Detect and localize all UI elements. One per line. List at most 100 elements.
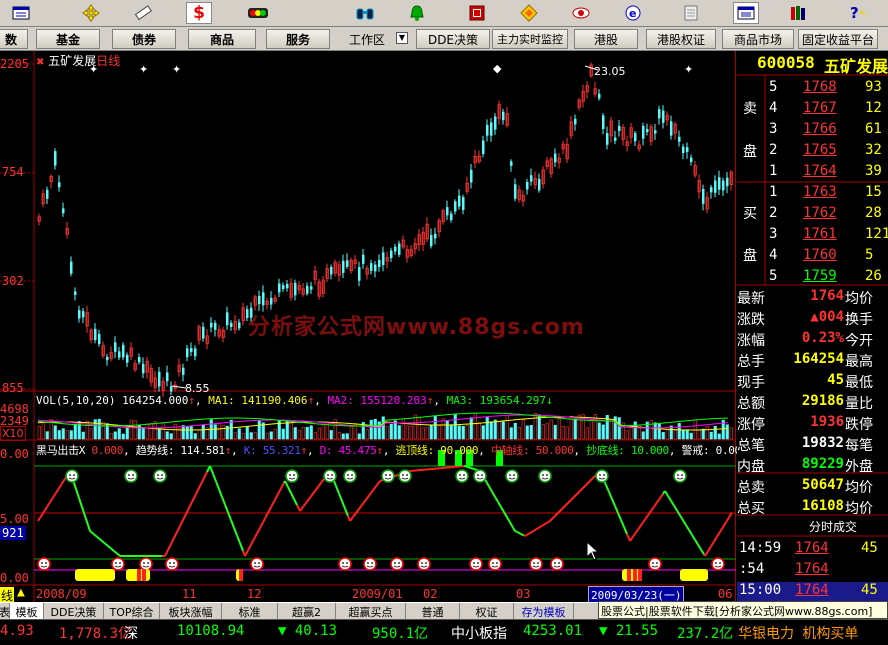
bottom-smiley-4-eye-l <box>254 562 256 564</box>
triangle-up-icon[interactable]: ▲ <box>17 585 25 600</box>
tab-1[interactable]: 模板 <box>10 603 44 620</box>
menu-button-hk-warrant[interactable]: 港股权证 <box>646 29 716 49</box>
tab-6[interactable]: 超赢2 <box>278 603 336 620</box>
bottom-smiley-6-eye-r <box>371 562 373 564</box>
window-small-icon[interactable] <box>733 2 759 24</box>
bid-price-4: 1760 <box>803 247 837 263</box>
menu-button-market[interactable]: 商品市场 <box>722 29 794 49</box>
tab-7[interactable]: 超赢买点 <box>336 603 406 620</box>
toolbar: $ e ? ↖ <box>0 0 888 27</box>
diamond-icon[interactable] <box>516 2 542 24</box>
bottom-smiley-5-eye-l <box>342 562 344 564</box>
oscillator-segment-113 <box>370 488 375 494</box>
menu-button-fund[interactable]: 基金 <box>36 29 100 49</box>
volume-bar-23 <box>129 419 133 440</box>
tab-0[interactable]: 表 <box>0 603 10 620</box>
volume-bar-53 <box>249 432 253 440</box>
ask-volume-5: 93 <box>865 79 882 95</box>
volume-bar-127 <box>545 422 549 440</box>
oscillator-segment-203 <box>632 531 637 538</box>
menu-button-dde[interactable]: DDE决策 <box>416 29 490 49</box>
tab-10[interactable]: 存为模板 <box>514 603 574 620</box>
oscillator-segment-235 <box>725 516 730 523</box>
candle-body-90 <box>398 243 401 255</box>
stat-right-label-2: 今开 <box>845 333 873 349</box>
oscillator-segment-196 <box>611 498 616 507</box>
candle-body-61 <box>282 285 285 290</box>
oscillator-segment-54 <box>197 483 202 491</box>
oscillator-segment-224 <box>694 539 699 546</box>
volume-bar-84 <box>373 418 377 440</box>
bid-price-2: 1762 <box>803 205 837 221</box>
news-ticker[interactable]: 华银电力 机构买单 <box>738 623 858 643</box>
top-smiley-5-eye-r <box>351 474 353 476</box>
oscillator-segment-184 <box>576 490 581 495</box>
menu-button-bond[interactable]: 债券 <box>112 29 176 49</box>
volume-bar-90 <box>397 425 401 440</box>
candle-body-9 <box>74 291 77 295</box>
candle-body-142 <box>606 133 609 145</box>
oscillator-segment-189 <box>591 475 596 480</box>
books-icon[interactable] <box>786 2 812 24</box>
tab-5[interactable]: 标准 <box>222 603 278 620</box>
notepad-icon[interactable] <box>678 2 704 24</box>
menu-button-0[interactable]: 数 <box>0 29 28 49</box>
tab-2[interactable]: DDE决策 <box>44 603 104 620</box>
candle-body-15 <box>98 334 101 345</box>
move-icon[interactable] <box>78 2 104 24</box>
tab-3[interactable]: TOP综合 <box>104 603 160 620</box>
volume-bar-98 <box>429 424 433 440</box>
window-icon[interactable] <box>8 2 34 24</box>
volume-bar-62 <box>285 421 289 440</box>
ind-trend: 趋势线: 114.581 <box>135 444 225 457</box>
vol-ma2: MA2: 155120.203 <box>327 394 427 407</box>
sell-label-2: 盘 <box>743 144 757 160</box>
volume-bar-4 <box>53 425 57 440</box>
bell-icon[interactable] <box>404 2 430 24</box>
oscillator-segment-3 <box>46 501 51 508</box>
oscillator-segment-226 <box>700 548 705 555</box>
menu-button-hk[interactable]: 港股 <box>574 29 638 49</box>
menu-button-commodity[interactable]: 商品 <box>188 29 256 49</box>
oscillator-segment-170 <box>536 526 541 530</box>
stat-right-label-0: 均价 <box>845 291 873 307</box>
dollar-icon[interactable]: $ <box>186 2 212 24</box>
ask-level-1: 1 <box>769 163 778 179</box>
oscillator-segment-0 <box>37 515 42 522</box>
menu-bar: 数 基金 债券 商品 服务 工作区 ▼ DDE决策 主力实时监控 港股 港股权证… <box>0 27 888 51</box>
oscillator-segment-219 <box>679 514 684 521</box>
date-label-3: 2009/01 <box>352 587 403 601</box>
chart-close-icon[interactable]: ✖ <box>36 57 44 68</box>
menu-button-fixed[interactable]: 固定收益平台 <box>798 29 878 49</box>
candle-body-32 <box>166 372 169 382</box>
flag-icon[interactable] <box>464 2 490 24</box>
menu-button-service[interactable]: 服务 <box>266 29 330 49</box>
oscillator-segment-157 <box>500 506 505 513</box>
menu-button-monitor[interactable]: 主力实时监控 <box>492 29 568 49</box>
chart-area[interactable]: ✦ ✦ ✦ ◆ ✦ ✖ 五矿发展日线 2205 754 302 855 23.05 8.… <box>0 51 748 604</box>
ruler-icon[interactable] <box>130 2 156 24</box>
bottom-smiley-1-eye-r <box>119 562 121 564</box>
bid-price-3: 1761 <box>803 226 837 242</box>
candle-body-77 <box>346 260 349 267</box>
tab-4[interactable]: 板块涨幅 <box>160 603 222 620</box>
help-icon[interactable]: ? ↖ <box>846 2 872 24</box>
eye-icon[interactable] <box>568 2 594 24</box>
status-1: 1,778.3亿 <box>59 626 133 642</box>
stat-label-9: 总卖 <box>737 480 765 496</box>
trade-volume-0: 45 <box>861 540 878 556</box>
binoculars-icon[interactable] <box>352 2 378 24</box>
workspace-dropdown-icon[interactable]: ▼ <box>396 32 408 44</box>
globe-icon[interactable]: e <box>620 2 646 24</box>
ind-x0: 0.000 <box>91 444 124 457</box>
tab-9[interactable]: 权证 <box>460 603 514 620</box>
volume-bar-48 <box>229 419 233 440</box>
candle-body-47 <box>226 312 229 326</box>
ind-k: K: 55.321 <box>243 444 301 457</box>
ad-banner[interactable]: 股票公式|股票软件下载[分析家公式网www.88gs.com] <box>598 601 888 619</box>
oscillator-segment-216 <box>670 500 675 507</box>
bid-level-2: 2 <box>769 205 778 221</box>
traffic-light-icon[interactable] <box>245 2 271 24</box>
tab-8[interactable]: 普通 <box>406 603 460 620</box>
svg-text:e: e <box>629 7 636 20</box>
